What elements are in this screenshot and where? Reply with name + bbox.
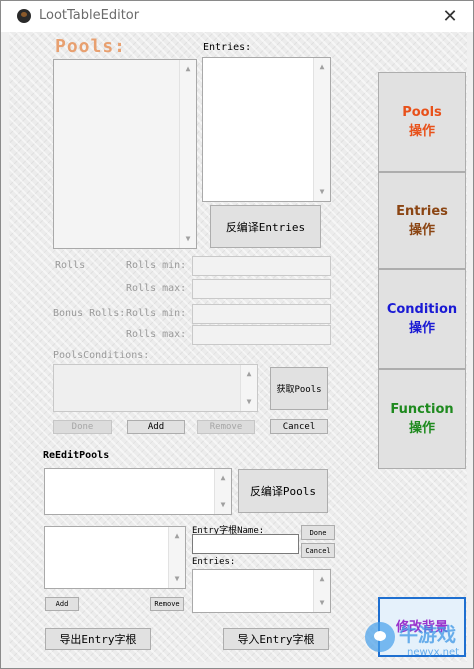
decompile-entries-button[interactable]: 反编译Entries xyxy=(210,205,321,248)
entry-cancel-button[interactable]: Cancel xyxy=(301,543,335,558)
sidebar-entries-button[interactable]: Entries 操作 xyxy=(378,172,466,269)
app-window: LootTableEditor ✕ Pools: Entries: ▲ ▼ ▲ … xyxy=(0,0,474,669)
sidebar-condition-title: Condition xyxy=(386,302,458,317)
bonus-rolls-max-label: Rolls max: xyxy=(126,329,187,340)
bonus-rolls-label: Bonus Rolls: xyxy=(53,308,126,319)
sidebar-function-title: Function xyxy=(390,402,454,417)
pools-list[interactable]: ▲ ▼ xyxy=(53,59,197,249)
rolls-max-label: Rolls max: xyxy=(126,283,187,294)
scroll-up-icon[interactable]: ▲ xyxy=(215,470,231,486)
pools-list-scrollbar[interactable]: ▲ ▼ xyxy=(179,60,196,248)
scroll-up-icon[interactable]: ▲ xyxy=(241,366,257,382)
sidebar-function-button[interactable]: Function 操作 xyxy=(378,369,466,469)
rolls-max-input[interactable] xyxy=(192,279,331,299)
entry-done-button[interactable]: Done xyxy=(301,525,335,540)
sidebar-function-subtitle: 操作 xyxy=(408,421,435,436)
reedit-remove-button[interactable]: Remove xyxy=(150,597,184,611)
export-entry-button[interactable]: 导出Entry字根 xyxy=(45,628,151,650)
site-watermark: 牛游戏 newyx.net xyxy=(365,616,469,666)
reedit-entries-label: Entries: xyxy=(192,557,236,567)
scroll-down-icon[interactable]: ▼ xyxy=(241,394,257,410)
entry-name-input[interactable] xyxy=(192,534,299,554)
sidebar-condition-subtitle: 操作 xyxy=(408,321,435,336)
app-icon xyxy=(17,9,31,23)
decompile-pools-button[interactable]: 反编译Pools xyxy=(238,469,328,513)
pools-conditions-label: PoolsConditions: xyxy=(53,350,150,361)
scroll-up-icon[interactable]: ▲ xyxy=(314,59,330,75)
sidebar-condition-button[interactable]: Condition 操作 xyxy=(378,269,466,369)
scroll-down-icon[interactable]: ▼ xyxy=(169,571,185,587)
scroll-down-icon[interactable]: ▼ xyxy=(180,231,196,247)
reedit-pools-scrollbar[interactable]: ▲ ▼ xyxy=(214,469,231,514)
pools-done-button[interactable]: Done xyxy=(53,420,112,434)
close-button[interactable]: ✕ xyxy=(427,1,473,32)
pools-title: Pools: xyxy=(55,36,127,57)
bonus-rolls-min-label: Rolls min: xyxy=(126,308,187,319)
watermark-logo-icon xyxy=(365,622,395,652)
rolls-min-input[interactable] xyxy=(192,256,331,276)
rolls-label: Rolls xyxy=(55,260,86,271)
pools-add-button[interactable]: Add xyxy=(127,420,185,434)
entry-entries-scrollbar[interactable]: ▲ ▼ xyxy=(313,570,330,612)
reedit-pools-title: ReEditPools xyxy=(43,450,110,461)
pools-remove-button[interactable]: Remove xyxy=(197,420,255,434)
scroll-down-icon[interactable]: ▼ xyxy=(314,184,330,200)
sidebar-entries-title: Entries xyxy=(396,203,448,219)
entry-entries-list[interactable]: ▲ ▼ xyxy=(192,569,331,613)
scroll-up-icon[interactable]: ▲ xyxy=(169,528,185,544)
sidebar-pools-button[interactable]: Pools 操作 xyxy=(378,72,466,172)
pools-conditions-scrollbar[interactable]: ▲ ▼ xyxy=(240,365,257,411)
scroll-up-icon[interactable]: ▲ xyxy=(180,61,196,77)
reedit-entries-list[interactable]: ▲ ▼ xyxy=(44,526,186,589)
scroll-down-icon[interactable]: ▼ xyxy=(314,595,330,611)
scroll-down-icon[interactable]: ▼ xyxy=(215,497,231,513)
title-bar: LootTableEditor ✕ xyxy=(1,1,473,32)
entries-list-scrollbar[interactable]: ▲ ▼ xyxy=(313,58,330,201)
watermark-text: 牛游戏 xyxy=(399,624,457,646)
bonus-rolls-min-input[interactable] xyxy=(192,304,331,324)
client-area: Pools: Entries: ▲ ▼ ▲ ▼ 反编译Entries Rolls… xyxy=(9,32,467,662)
import-entry-button[interactable]: 导入Entry字根 xyxy=(223,628,329,650)
watermark-url: newyx.net xyxy=(407,647,460,658)
bonus-rolls-max-input[interactable] xyxy=(192,325,331,345)
entries-label: Entries: xyxy=(203,42,252,53)
sidebar-pools-subtitle: 操作 xyxy=(408,124,435,139)
rolls-min-label: Rolls min: xyxy=(126,260,187,271)
sidebar-pools-title: Pools xyxy=(402,105,442,120)
pools-conditions-list[interactable]: ▲ ▼ xyxy=(53,364,258,412)
reedit-entries-scrollbar[interactable]: ▲ ▼ xyxy=(168,527,185,588)
scroll-up-icon[interactable]: ▲ xyxy=(314,571,330,587)
entries-list[interactable]: ▲ ▼ xyxy=(202,57,331,202)
reedit-add-button[interactable]: Add xyxy=(45,597,79,611)
pools-cancel-button[interactable]: Cancel xyxy=(270,419,328,434)
reedit-pools-list[interactable]: ▲ ▼ xyxy=(44,468,232,515)
window-title: LootTableEditor xyxy=(39,8,140,23)
sidebar-entries-subtitle: 操作 xyxy=(408,222,435,238)
get-pools-button[interactable]: 获取Pools xyxy=(270,367,328,410)
